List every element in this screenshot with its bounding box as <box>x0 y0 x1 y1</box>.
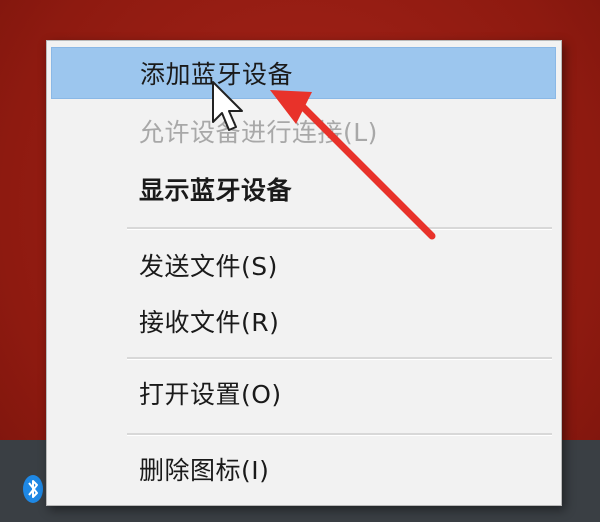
menu-item-label: 发送文件(S) <box>139 252 278 281</box>
menu-item-add-bluetooth-device[interactable]: 添加蓝牙设备 <box>51 47 556 99</box>
menu-item-label: 显示蓝牙设备 <box>139 176 293 205</box>
bluetooth-tray-button[interactable] <box>18 472 48 506</box>
menu-separator <box>127 227 552 230</box>
menu-item-label: 接收文件(R) <box>139 308 280 337</box>
menu-separator <box>127 357 552 360</box>
menu-item-send-file[interactable]: 发送文件(S) <box>51 239 556 291</box>
menu-item-open-settings[interactable]: 打开设置(O) <box>51 367 556 419</box>
menu-item-show-bluetooth-devices[interactable]: 显示蓝牙设备 <box>51 163 556 215</box>
menu-item-allow-connections[interactable]: 允许设备进行连接(L) <box>51 105 556 157</box>
menu-item-label: 允许设备进行连接(L) <box>139 118 378 147</box>
mouse-cursor-icon <box>212 81 243 131</box>
menu-item-receive-file[interactable]: 接收文件(R) <box>51 295 556 347</box>
menu-item-remove-icon[interactable]: 删除图标(I) <box>51 443 556 495</box>
menu-item-label: 打开设置(O) <box>139 380 282 409</box>
bluetooth-icon <box>23 475 43 503</box>
menu-item-label: 删除图标(I) <box>139 456 270 485</box>
menu-separator <box>127 433 552 436</box>
bluetooth-context-menu: 添加蓝牙设备 允许设备进行连接(L) 显示蓝牙设备 发送文件(S) 接收文件(R… <box>46 40 562 506</box>
